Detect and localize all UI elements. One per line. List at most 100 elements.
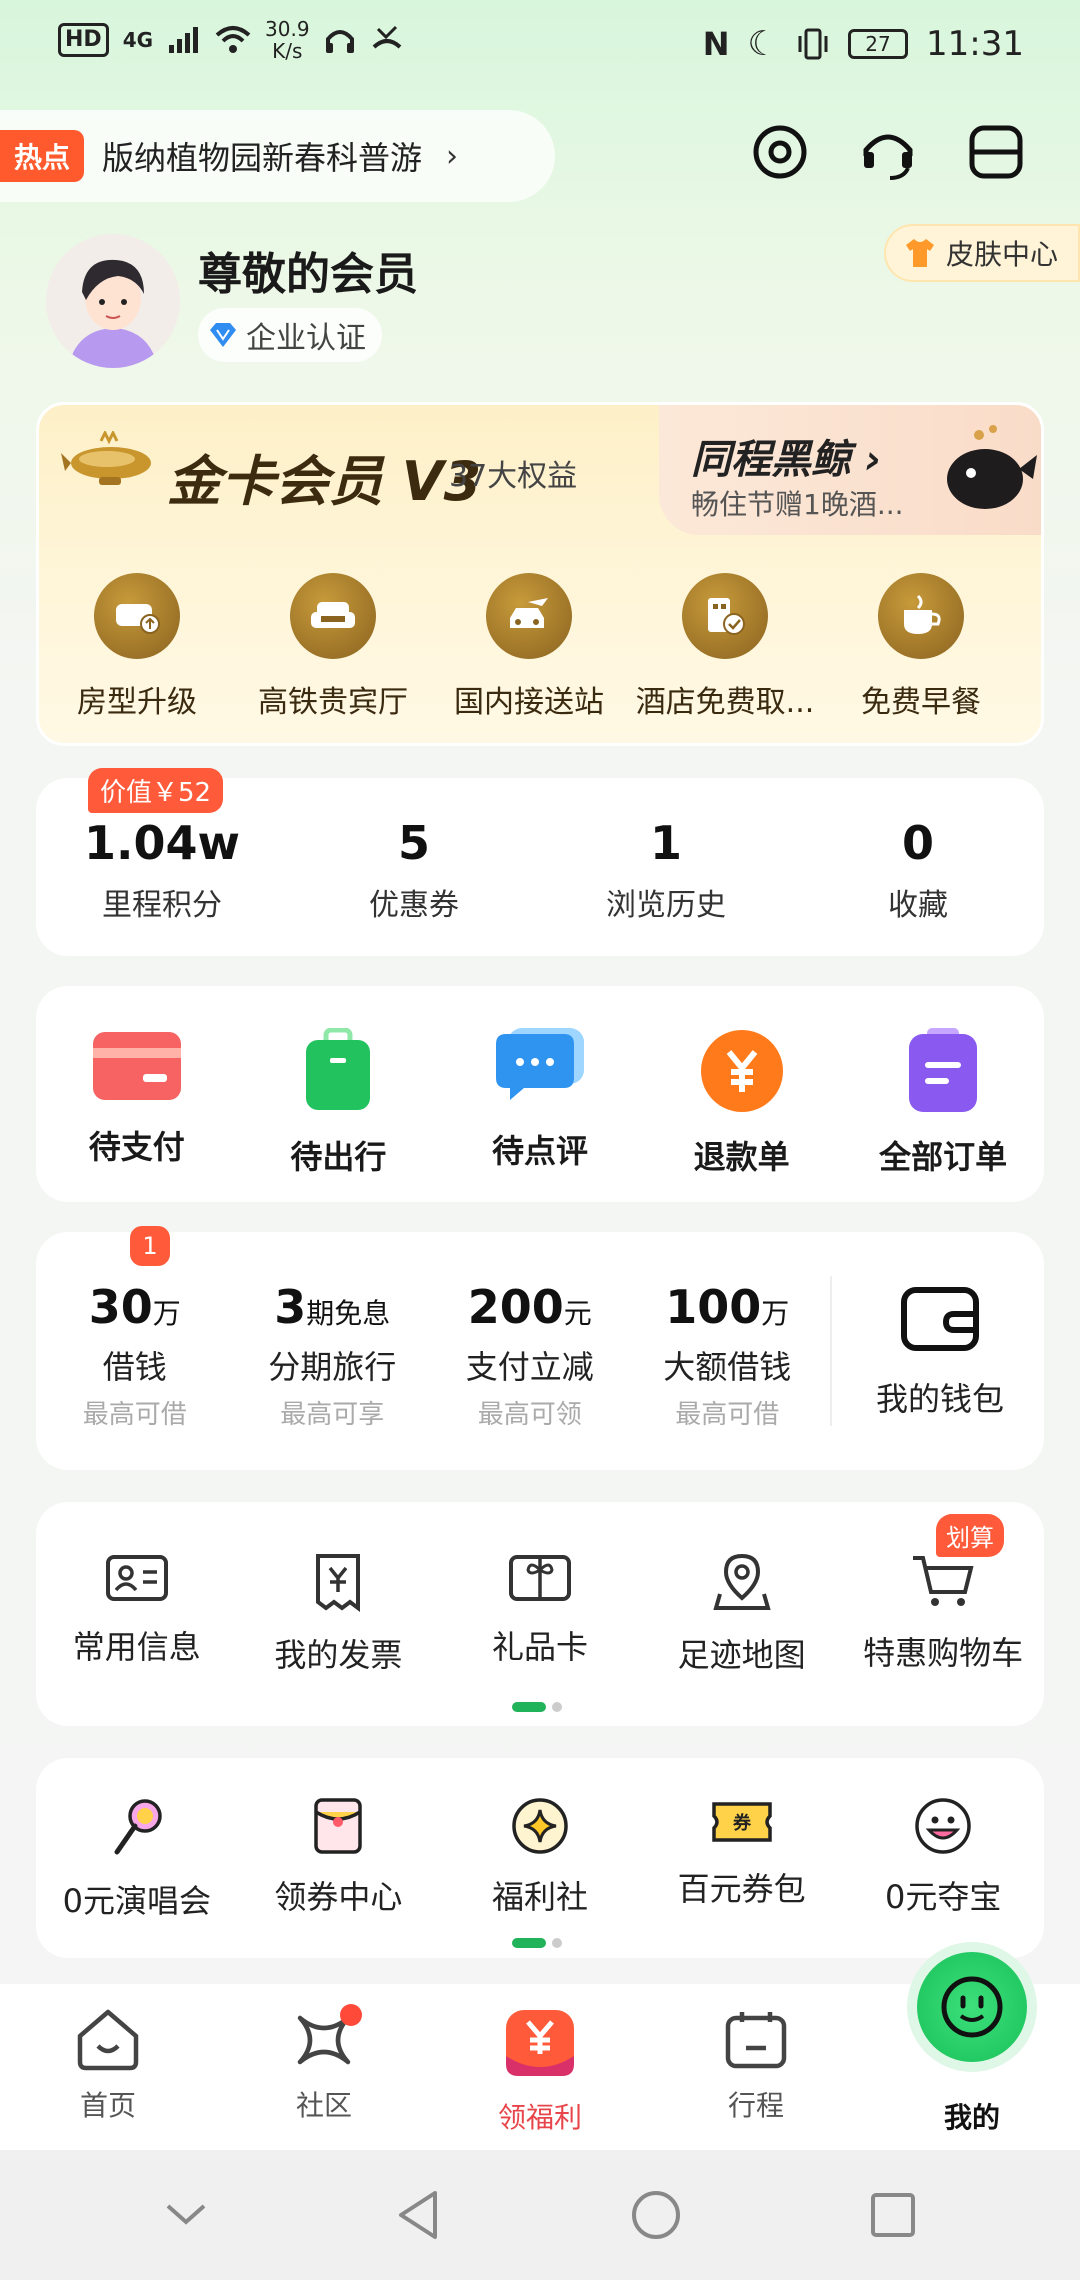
finance-sub: 最高可享 xyxy=(280,1400,385,1430)
benefit-label: 酒店免费取... xyxy=(635,685,815,720)
order-pending-trip[interactable]: 待出行 xyxy=(238,986,440,1202)
benefit-hotel-pickup[interactable]: 酒店免费取... xyxy=(627,573,823,721)
stat-coupons[interactable]: 5 优惠券 xyxy=(288,778,540,956)
order-refunds[interactable]: 退款单 xyxy=(641,986,843,1202)
finance-divider xyxy=(830,1276,832,1426)
welfare-coupon-center[interactable]: 领券中心 xyxy=(238,1758,440,1958)
welfare-icon xyxy=(506,2010,574,2076)
chevron-down-icon[interactable] xyxy=(164,2200,208,2230)
finance-number: 100 xyxy=(665,1280,762,1334)
hot-topic-banner[interactable]: 热点 版纳植物园新春科普游 › xyxy=(0,110,555,202)
order-pending-review[interactable]: 待点评 xyxy=(439,986,641,1202)
avatar[interactable] xyxy=(46,234,180,368)
finance-large-loan[interactable]: 100万 大额借钱 最高可借 xyxy=(629,1232,827,1470)
welfare-page-indicator xyxy=(512,1938,572,1948)
whale-icon xyxy=(947,425,1037,509)
tool-common-info[interactable]: 常用信息 xyxy=(36,1502,238,1726)
diamond-icon xyxy=(210,323,236,347)
stat-label: 收藏 xyxy=(888,888,948,923)
finance-unit: 期免息 xyxy=(306,1297,391,1330)
skin-center-button[interactable]: 皮肤中心 xyxy=(883,224,1080,282)
missed-call-icon xyxy=(372,25,401,49)
finance-value: 3期免息 xyxy=(274,1280,390,1334)
tab-mine[interactable]: 我的 xyxy=(864,1952,1080,2150)
benefit-airport-transfer[interactable]: 国内接送站 xyxy=(431,573,627,721)
gold-member-card[interactable]: 金卡会员 V3 37大权益 同程黑鲸 › 畅住节赠1晚酒... 房型升级 高铁贵… xyxy=(36,402,1044,746)
home-icon xyxy=(77,2009,139,2071)
member-name[interactable]: 尊敬的会员 xyxy=(198,238,418,302)
finance-unit: 元 xyxy=(563,1297,592,1330)
tool-label: 我的发票 xyxy=(274,1636,403,1674)
tab-trips[interactable]: 行程 xyxy=(648,1984,864,2150)
welfare-label: 0元夺宝 xyxy=(884,1878,1002,1916)
finance-unit: 万 xyxy=(152,1297,181,1330)
tool-invoices[interactable]: 我的发票 xyxy=(238,1502,440,1726)
customer-service-icon[interactable] xyxy=(858,122,918,182)
clock: 11:31 xyxy=(926,24,1024,64)
finance-unit: 万 xyxy=(761,1297,790,1330)
order-label: 全部订单 xyxy=(879,1138,1008,1176)
tool-footprint-map[interactable]: 足迹地图 xyxy=(641,1502,843,1726)
finance-label: 支付立减 xyxy=(465,1348,594,1386)
back-icon[interactable] xyxy=(395,2189,443,2241)
order-all[interactable]: 全部订单 xyxy=(842,986,1044,1202)
tab-community[interactable]: 社区 xyxy=(216,1984,432,2150)
tshirt-icon xyxy=(905,239,934,267)
welfare-free-treasure[interactable]: 0元夺宝 xyxy=(842,1758,1044,1958)
gold-card-title: 金卡会员 V3 xyxy=(167,450,482,513)
coupon-envelope-icon xyxy=(314,1798,363,1854)
wallet-icon xyxy=(901,1287,979,1351)
benefit-label: 国内接送站 xyxy=(454,685,604,720)
benefit-train-lounge[interactable]: 高铁贵宾厅 xyxy=(235,573,431,721)
finance-borrow[interactable]: 30万 借钱 最高可借 xyxy=(36,1232,234,1470)
tool-deal-cart[interactable]: 划算 特惠购物车 xyxy=(842,1502,1044,1726)
benefit-room-upgrade[interactable]: 房型升级 xyxy=(39,573,235,721)
finance-installment[interactable]: 3期免息 分期旅行 最高可享 xyxy=(234,1232,432,1470)
welfare-label: 0元演唱会 xyxy=(62,1882,211,1920)
chat-icon xyxy=(495,1028,584,1100)
net-speed-unit: K/s xyxy=(272,39,303,63)
welfare-free-concert[interactable]: 0元演唱会 xyxy=(36,1758,238,1958)
network-indicator: 4G xyxy=(122,28,154,52)
recents-icon[interactable] xyxy=(869,2191,917,2239)
finance-number: 30 xyxy=(88,1280,153,1334)
home-nav-icon[interactable] xyxy=(630,2189,682,2241)
hot-topic-text: 版纳植物园新春科普游 xyxy=(102,139,423,177)
hot-tag: 热点 xyxy=(0,130,85,182)
black-whale-promo[interactable]: 同程黑鲸 › 畅住节赠1晚酒... xyxy=(659,405,1041,535)
stat-value: 0 xyxy=(901,816,934,870)
finance-pay-discount[interactable]: 200元 支付立减 最高可领 xyxy=(431,1232,629,1470)
tab-label: 领福利 xyxy=(497,2101,582,2134)
stat-value: 1 xyxy=(649,816,682,870)
finance-sub: 最高可领 xyxy=(477,1400,582,1430)
order-pending-payment[interactable]: 待支付 xyxy=(36,986,238,1202)
headset-status-icon xyxy=(325,30,354,53)
id-card-icon xyxy=(105,1555,168,1601)
welfare-label: 领券中心 xyxy=(274,1878,403,1916)
invoice-icon xyxy=(316,1554,361,1612)
page-dot xyxy=(552,1938,562,1948)
finance-value: 30万 xyxy=(89,1280,181,1334)
benefit-label: 免费早餐 xyxy=(861,685,981,720)
welfare-club[interactable]: 福利社 xyxy=(439,1758,641,1958)
benefit-free-breakfast[interactable]: 免费早餐 xyxy=(823,573,1019,721)
stat-favorites[interactable]: 0 收藏 xyxy=(792,778,1044,956)
sparkle-icon xyxy=(512,1798,568,1854)
stats-card: 价值￥52 1.04w 里程积分 5 优惠券 1 浏览历史 0 收藏 xyxy=(36,768,1044,956)
finance-sub: 最高可借 xyxy=(82,1400,187,1430)
enterprise-verify-button[interactable]: 企业认证 xyxy=(198,308,382,362)
tab-welfare[interactable]: 领福利 xyxy=(432,1984,648,2150)
tab-home[interactable]: 首页 xyxy=(0,1984,216,2150)
card-icon xyxy=(92,1032,181,1100)
order-label: 待出行 xyxy=(290,1138,387,1176)
avatar-illustration xyxy=(46,234,180,368)
welfare-coupon-pack[interactable]: 券 百元券包 xyxy=(641,1758,843,1958)
scan-icon[interactable] xyxy=(966,122,1026,182)
settings-icon[interactable] xyxy=(750,122,810,182)
order-label: 待点评 xyxy=(491,1132,588,1170)
stat-history[interactable]: 1 浏览历史 xyxy=(540,778,792,956)
enterprise-verify-label: 企业认证 xyxy=(246,321,366,356)
deal-badge: 划算 xyxy=(935,1514,1004,1557)
my-wallet-button[interactable]: 我的钱包 xyxy=(836,1284,1044,1420)
tool-gift-card[interactable]: 礼品卡 xyxy=(439,1502,641,1726)
